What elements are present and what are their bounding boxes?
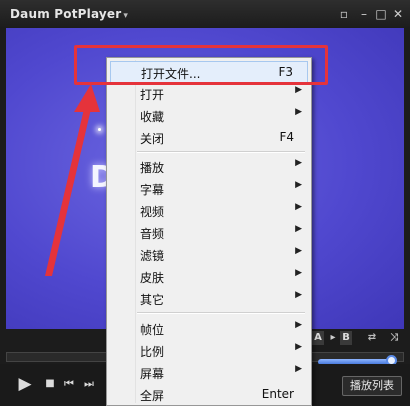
annotation-arrow-head [74, 84, 100, 112]
annotation-arrow-shaft [45, 96, 94, 276]
potplayer-window: Daum PotPlayer ▾ ▫ – □ ✕ D A ▸ B ⇄ ⤨ ▶ ■ … [0, 0, 410, 406]
annotation-arrow [45, 84, 100, 276]
